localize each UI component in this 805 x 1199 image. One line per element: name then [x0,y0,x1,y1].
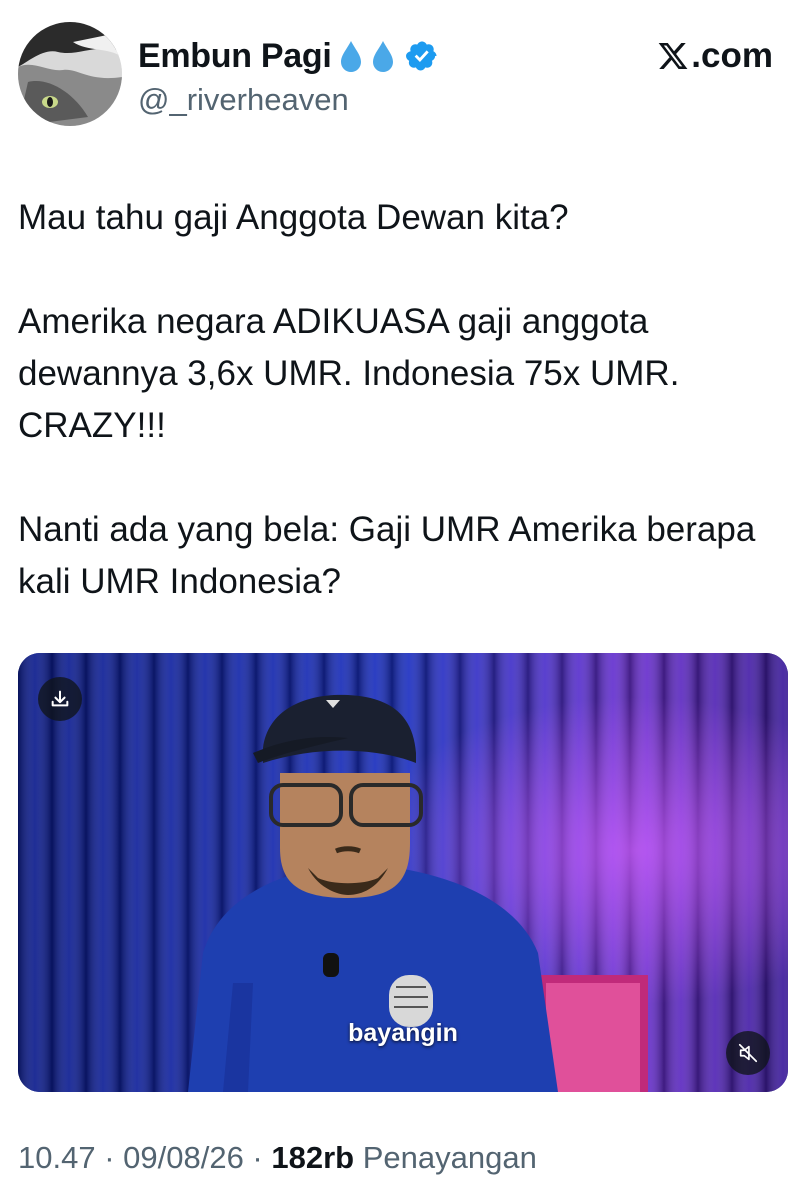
droplet-icon [373,41,394,72]
tweet-text: Mau tahu gaji Anggota Dewan kita? Amerik… [18,192,788,608]
site-label: .com [691,36,773,75]
site-watermark: .com [657,36,773,76]
author-handle[interactable]: @_riverheaven [138,82,349,118]
views-count[interactable]: 182rb [271,1140,354,1175]
meta-separator: · [243,1140,272,1175]
tweet-time[interactable]: 10.47 [18,1140,96,1175]
tweet-header: Embun Pagi @_riverheaven .com [0,0,805,150]
mute-toggle-button[interactable] [726,1031,770,1075]
tweet-paragraph: Amerika negara ADIKUASA gaji anggota dew… [18,302,680,445]
tweet-date[interactable]: 09/08/26 [123,1140,244,1175]
avatar[interactable] [18,22,122,126]
tweet-paragraph: Mau tahu gaji Anggota Dewan kita? [18,198,569,237]
video-player[interactable]: bayangin [18,653,788,1092]
download-button[interactable] [38,677,82,721]
author-name-row: Embun Pagi [138,32,439,80]
tweet-paragraph: Nanti ada yang bela: Gaji UMR Amerika be… [18,510,756,601]
video-caption: bayangin [348,1019,458,1047]
verified-badge-icon[interactable] [405,39,439,73]
meta-separator: · [95,1140,124,1175]
author-display-name[interactable]: Embun Pagi [138,37,332,76]
views-label: Penayangan [362,1140,537,1175]
tweet-metadata: 10.47 · 09/08/26 · 182rb Penayangan [18,1140,537,1176]
avatar-image [18,22,122,126]
muted-speaker-icon [738,1043,758,1063]
x-logo-icon [658,43,688,69]
droplet-icon [341,41,362,72]
download-icon [51,690,69,707]
